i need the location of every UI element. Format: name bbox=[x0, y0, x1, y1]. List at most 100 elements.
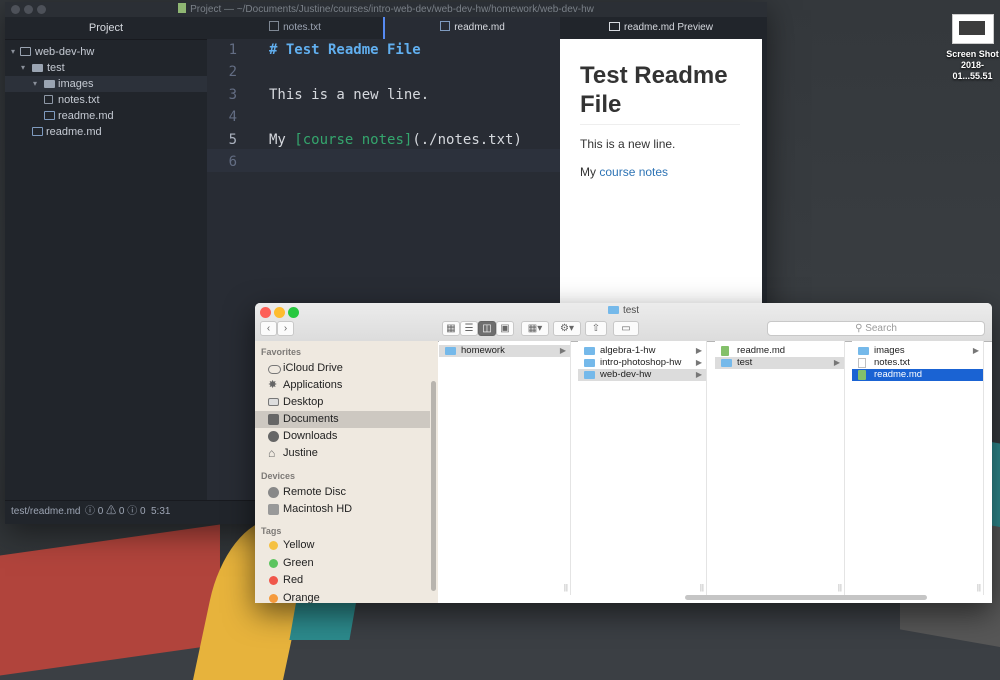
code-text[interactable]: # Test Readme File This is a new line. M… bbox=[269, 39, 560, 173]
folder-icon bbox=[44, 80, 55, 88]
sidebar-item-remote-disc[interactable]: Remote Disc bbox=[255, 484, 430, 501]
back-button[interactable]: ‹ bbox=[260, 321, 277, 336]
chevron-right-icon: ▶ bbox=[833, 358, 840, 367]
finder-column-4: images ▶ notes.txt readme.md || bbox=[852, 341, 984, 595]
horizontal-scrollbar[interactable] bbox=[685, 595, 927, 600]
tree-item-label: test bbox=[47, 62, 65, 74]
minimize-window-button[interactable] bbox=[24, 5, 33, 14]
red-tag-icon bbox=[269, 576, 278, 585]
sidebar-item-macintosh-hd[interactable]: Macintosh HD bbox=[255, 501, 430, 518]
tree-item-readme-md-nested[interactable]: readme.md bbox=[5, 108, 207, 124]
preview-heading-rule bbox=[580, 124, 740, 125]
column-item-readme-md-selected[interactable]: readme.md bbox=[852, 369, 983, 381]
sidebar-tag-yellow[interactable]: Yellow bbox=[255, 537, 430, 554]
column-item-intro-photoshop-hw[interactable]: intro-photoshop-hw ▶ bbox=[578, 357, 706, 369]
code-line-text: This is a new line. bbox=[269, 86, 430, 103]
sidebar-item-justine[interactable]: ⌂ Justine bbox=[255, 445, 430, 462]
sidebar-heading-favorites: Favorites bbox=[261, 347, 302, 357]
zoom-window-button[interactable] bbox=[37, 5, 46, 14]
tab-label: readme.md Preview bbox=[624, 22, 713, 33]
column-resize-handle[interactable]: || bbox=[977, 583, 981, 592]
desktop-screenshot-file[interactable]: Screen Shot 2018-01...55.51 bbox=[945, 14, 1000, 82]
column-item-images[interactable]: images ▶ bbox=[852, 345, 983, 357]
column-item-notes-txt[interactable]: notes.txt bbox=[852, 357, 983, 369]
tree-item-images[interactable]: ▾ images bbox=[5, 76, 207, 92]
text-file-icon bbox=[858, 358, 866, 368]
tab-readme-md[interactable]: readme.md bbox=[385, 17, 560, 39]
tree-item-readme-md[interactable]: readme.md bbox=[5, 124, 207, 140]
chevron-right-icon: ▶ bbox=[695, 370, 702, 379]
chevron-down-icon[interactable]: ▾ bbox=[11, 44, 15, 60]
folder-icon bbox=[584, 371, 595, 379]
code-link-text: course notes bbox=[302, 131, 404, 148]
column-resize-handle[interactable]: || bbox=[838, 583, 842, 592]
column-resize-handle[interactable]: || bbox=[700, 583, 704, 592]
column-item-readme-md[interactable]: readme.md bbox=[715, 345, 844, 357]
share-button[interactable]: ⇧ bbox=[585, 321, 607, 336]
close-window-button[interactable] bbox=[11, 5, 20, 14]
column-item-homework[interactable]: homework ▶ bbox=[439, 345, 570, 357]
line-number: 5 bbox=[228, 131, 237, 148]
orange-tag-icon bbox=[269, 594, 278, 603]
column-item-label: algebra-1-hw bbox=[600, 345, 656, 356]
tab-notes-txt[interactable]: notes.txt bbox=[207, 17, 383, 39]
atom-titlebar[interactable]: Project — ~/Documents/Justine/courses/in… bbox=[5, 2, 767, 17]
project-tree-panel: Project ▾ web-dev-hw ▾ test ▾ images not… bbox=[5, 17, 207, 501]
tree-item-web-dev-hw[interactable]: ▾ web-dev-hw bbox=[5, 44, 207, 60]
chevron-down-icon[interactable]: ▾ bbox=[33, 76, 37, 92]
sidebar-item-desktop[interactable]: Desktop bbox=[255, 394, 430, 411]
sidebar-item-label: Yellow bbox=[283, 539, 315, 551]
window-title: Project — ~/Documents/Justine/courses/in… bbox=[190, 4, 594, 15]
sidebar-item-applications[interactable]: ✸ Applications bbox=[255, 377, 430, 394]
sidebar-item-downloads[interactable]: Downloads bbox=[255, 428, 430, 445]
sidebar-item-label: Applications bbox=[283, 379, 343, 391]
info-count: 0 bbox=[140, 506, 146, 517]
screenshot-thumbnail-icon bbox=[951, 14, 994, 44]
column-resize-handle[interactable]: || bbox=[564, 583, 568, 592]
column-view-button[interactable]: ◫ bbox=[478, 321, 496, 336]
document-icon bbox=[178, 3, 187, 13]
line-number-gutter: 1 2 3 4 5 6 bbox=[207, 39, 237, 173]
preview-link[interactable]: course notes bbox=[599, 165, 668, 179]
sidebar-tag-orange[interactable]: Orange bbox=[255, 590, 430, 603]
search-field[interactable]: ⚲ Search bbox=[767, 321, 985, 336]
forward-button[interactable]: › bbox=[277, 321, 294, 336]
linter-status[interactable]: ⓘ 0 ⚠ 0 ⓘ 0 bbox=[85, 501, 146, 523]
gallery-view-button[interactable]: ▣ bbox=[496, 321, 514, 336]
tree-item-notes-txt[interactable]: notes.txt bbox=[5, 92, 207, 108]
sidebar-tag-red[interactable]: Red bbox=[255, 572, 430, 589]
sidebar-item-documents[interactable]: Documents bbox=[255, 411, 430, 428]
sidebar-scrollbar[interactable] bbox=[431, 381, 436, 591]
code-line-heading: # Test Readme File bbox=[269, 42, 421, 58]
tags-button[interactable]: ▭ bbox=[613, 321, 639, 336]
chevron-down-icon[interactable]: ▾ bbox=[21, 60, 25, 76]
tab-readme-preview[interactable]: readme.md Preview bbox=[560, 17, 762, 39]
folder-icon bbox=[32, 64, 43, 72]
markdown-file-icon bbox=[440, 21, 451, 31]
sidebar-item-label: Macintosh HD bbox=[283, 503, 353, 515]
action-gear-button[interactable]: ⚙▾ bbox=[553, 321, 581, 336]
preview-paragraph: This is a new line. bbox=[580, 137, 676, 151]
column-item-algebra-1-hw[interactable]: algebra-1-hw ▶ bbox=[578, 345, 706, 357]
sidebar-item-icloud-drive[interactable]: iCloud Drive bbox=[255, 360, 430, 377]
markdown-file-icon bbox=[32, 127, 43, 136]
downloads-icon bbox=[268, 431, 279, 442]
icon-view-button[interactable]: ▦ bbox=[442, 321, 460, 336]
status-file-path[interactable]: test/readme.md bbox=[11, 501, 80, 523]
folder-icon bbox=[858, 347, 869, 355]
group-button[interactable]: ▦▾ bbox=[521, 321, 549, 336]
list-view-button[interactable]: ☰ bbox=[460, 321, 478, 336]
cursor-position[interactable]: 5:31 bbox=[151, 501, 170, 523]
tree-item-test[interactable]: ▾ test bbox=[5, 60, 207, 76]
finder-toolbar[interactable]: test ‹ › ▦ ☰ ◫ ▣ ▦▾ ⚙▾ ⇧ ▭ ⚲ Search bbox=[255, 303, 992, 342]
preview-text: My bbox=[580, 165, 600, 179]
sidebar-tag-green[interactable]: Green bbox=[255, 555, 430, 572]
column-item-label: test bbox=[737, 357, 753, 368]
disc-icon bbox=[268, 487, 279, 498]
column-item-test[interactable]: test ▶ bbox=[715, 357, 844, 369]
desktop-icon bbox=[268, 398, 279, 406]
yellow-tag-icon bbox=[269, 541, 278, 550]
column-item-web-dev-hw[interactable]: web-dev-hw ▶ bbox=[578, 369, 706, 381]
sidebar-item-label: iCloud Drive bbox=[283, 362, 343, 374]
documents-icon bbox=[268, 414, 279, 425]
